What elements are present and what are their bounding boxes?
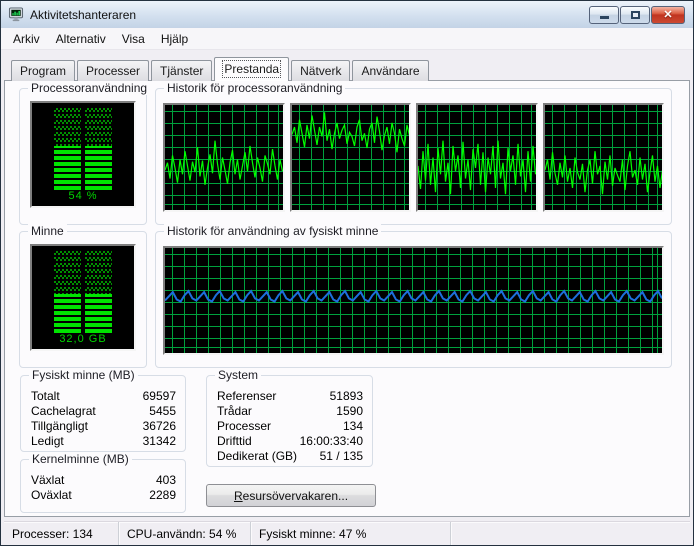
menu-arkiv[interactable]: Arkiv	[5, 30, 48, 48]
performance-tab-page: Processoranvändning 54 % Historik för pr…	[4, 80, 690, 517]
close-icon: ✕	[663, 8, 672, 21]
system-group-title: System	[215, 368, 261, 382]
memory-gauge: 32,0 GB	[30, 244, 136, 351]
system-row-processer: Processer134	[217, 418, 363, 433]
kernel-row-vaxlat: Växlat403	[31, 472, 176, 487]
cpu-history-group-title: Historik för processoranvändning	[164, 81, 345, 95]
kernel-memory-group-title: Kernelminne (MB)	[29, 452, 132, 466]
tab-processer[interactable]: Processer	[77, 60, 149, 81]
system-row-tradar: Trådar1590	[217, 403, 363, 418]
system-group: System Referenser51893 Trådar1590 Proces…	[206, 375, 373, 467]
minimize-icon	[600, 16, 609, 19]
tab-tjanster[interactable]: Tjänster	[151, 60, 212, 81]
memory-history-graph	[163, 246, 664, 355]
memory-usage-value: 32,0 GB	[34, 333, 132, 348]
client-area: Arkiv Alternativ Visa Hjälp Program Proc…	[1, 28, 693, 545]
tab-strip: Program Processer Tjänster Prestanda Nät…	[4, 50, 690, 80]
cpu-usage-gauge: 54 %	[30, 101, 136, 208]
menu-bar: Arkiv Alternativ Visa Hjälp	[1, 28, 693, 50]
cpu-history-graph-core4	[543, 103, 665, 212]
resource-monitor-button[interactable]: Resursövervakaren...	[206, 484, 376, 507]
physmem-row-cachelagrat: Cachelagrat5455	[31, 403, 176, 418]
title-bar[interactable]: Aktivitetshanteraren ✕	[1, 1, 693, 28]
maximize-icon	[631, 11, 640, 19]
physmem-row-ledigt: Ledigt31342	[31, 433, 176, 448]
memory-group-title: Minne	[28, 224, 67, 238]
cpu-usage-group-title: Processoranvändning	[28, 81, 150, 95]
kernel-memory-group: Kernelminne (MB) Växlat403 Oväxlat2289	[20, 459, 186, 513]
status-cpu-usage: CPU-användn: 54 %	[119, 522, 251, 545]
minimize-button[interactable]	[589, 6, 619, 24]
window-title: Aktivitetshanteraren	[30, 8, 136, 22]
memory-gauge-bars	[54, 251, 112, 333]
physical-memory-group: Fysiskt minne (MB) Totalt69597 Cachelagr…	[20, 375, 186, 452]
taskmanager-window: Aktivitetshanteraren ✕ Arkiv Alternativ …	[0, 0, 694, 546]
physmem-row-tillgangligt: Tillgängligt36726	[31, 418, 176, 433]
status-bar: Processer: 134 CPU-användn: 54 % Fysiskt…	[4, 521, 690, 545]
memory-group: Minne 32,0 GB	[19, 231, 147, 368]
cpu-history-graph-core3	[416, 103, 538, 212]
cpu-gauge-bars	[54, 108, 112, 190]
memory-history-group: Historik för användning av fysiskt minne	[155, 231, 672, 368]
tab-prestanda[interactable]: Prestanda	[214, 57, 289, 81]
menu-alternativ[interactable]: Alternativ	[48, 30, 114, 48]
system-row-referenser: Referenser51893	[217, 388, 363, 403]
menu-hjalp[interactable]: Hjälp	[153, 30, 196, 48]
status-spacer	[451, 522, 690, 545]
cpu-usage-group: Processoranvändning 54 %	[19, 88, 147, 225]
status-physical-memory: Fysiskt minne: 47 %	[251, 522, 451, 545]
menu-visa[interactable]: Visa	[114, 30, 153, 48]
physmem-row-totalt: Totalt69597	[31, 388, 176, 403]
taskmanager-icon	[8, 7, 24, 22]
system-row-drifttid: Drifttid16:00:33:40	[217, 433, 363, 448]
kernel-row-ovaxlat: Oväxlat2289	[31, 487, 176, 502]
cpu-history-graph-core2	[290, 103, 412, 212]
tab-anvandare[interactable]: Användare	[352, 60, 428, 81]
physical-memory-group-title: Fysiskt minne (MB)	[29, 368, 138, 382]
memory-history-group-title: Historik för användning av fysiskt minne	[164, 224, 381, 238]
status-processes: Processer: 134	[4, 522, 119, 545]
cpu-history-group: Historik för processoranvändning	[155, 88, 672, 225]
cpu-usage-value: 54 %	[34, 190, 132, 205]
tab-program[interactable]: Program	[11, 60, 75, 81]
close-button[interactable]: ✕	[651, 6, 685, 24]
system-row-dedikerat: Dedikerat (GB)51 / 135	[217, 448, 363, 463]
tab-natverk[interactable]: Nätverk	[291, 60, 350, 81]
maximize-button[interactable]	[620, 6, 650, 24]
cpu-history-graph-core1	[163, 103, 285, 212]
